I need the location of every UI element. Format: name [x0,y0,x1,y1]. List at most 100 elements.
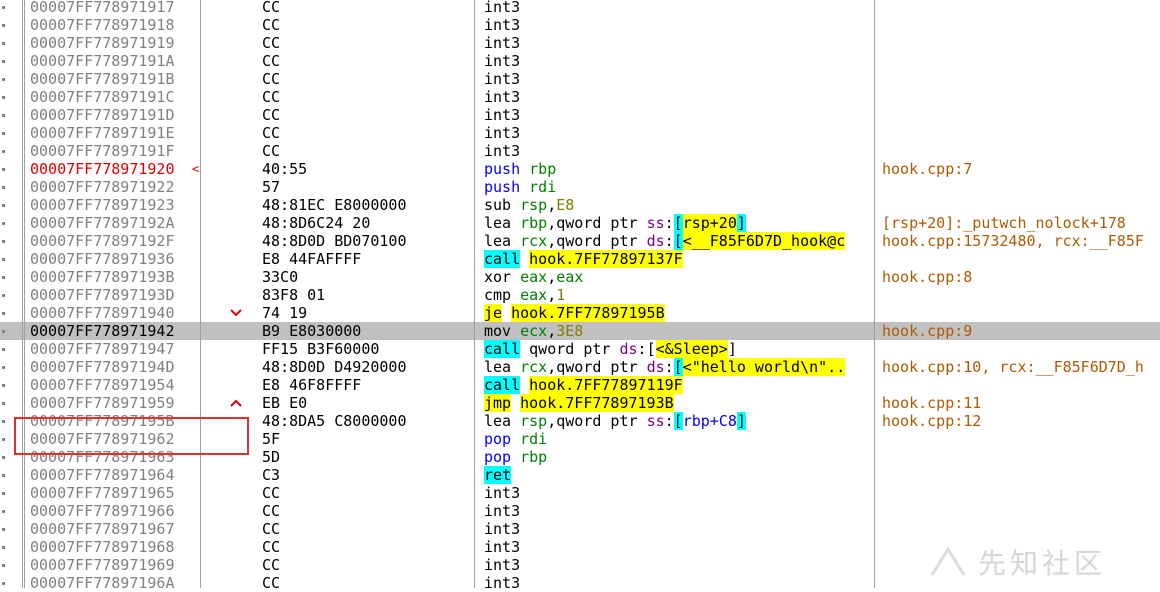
breakpoint-dot-icon[interactable] [2,6,5,9]
bytes-cell: CC [262,52,281,70]
breakpoint-dot-icon[interactable] [2,114,5,117]
instruction-cell: int3 [484,88,874,106]
breakpoint-dot-icon[interactable] [2,366,5,369]
instruction-token [520,340,529,358]
instruction-token: ecx [520,322,548,340]
instruction-token: push [484,178,521,196]
disasm-row[interactable]: 00007FF77897192F 48:8D0D BD070100 lea rcx,… [0,232,1160,250]
instruction-token: ds [646,358,665,376]
breakpoint-dot-icon[interactable] [2,204,5,207]
instruction-token: int3 [484,70,521,88]
instruction-token: ds [619,340,638,358]
address-cell: 00007FF778971942 [30,322,175,340]
breakpoint-dot-icon[interactable] [2,96,5,99]
instruction-token: int3 [484,556,521,574]
breakpoint-dot-icon[interactable] [2,276,5,279]
breakpoint-dot-icon[interactable] [2,402,5,405]
disasm-row[interactable]: 00007FF778971919 CC int3 [0,34,1160,52]
breakpoint-dot-icon[interactable] [2,456,5,459]
disasm-row[interactable]: 00007FF778971918 CC int3 [0,16,1160,34]
disasm-row[interactable]: 00007FF778971923 48:81EC E8000000 sub rsp,… [0,196,1160,214]
disasm-row[interactable]: 00007FF778971947 FF15 B3F60000 call qword … [0,340,1160,358]
disasm-row[interactable]: 00007FF778971936 E8 44FAFFFF call hook.7FF… [0,250,1160,268]
breakpoint-dot-icon[interactable] [2,132,5,135]
address-cell: 00007FF77897191E [30,124,175,142]
breakpoint-dot-icon[interactable] [2,438,5,441]
address-cell: 00007FF778971965 [30,484,175,502]
disasm-row[interactable]: 00007FF778971920 <40:55 push rbp hook.cpp:7 [0,160,1160,178]
instruction-cell: int3 [484,142,874,160]
breakpoint-dot-icon[interactable] [2,510,5,513]
breakpoint-dot-icon[interactable] [2,492,5,495]
bytes-cell: CC [262,556,281,574]
breakpoint-dot-icon[interactable] [2,546,5,549]
breakpoint-dot-icon[interactable] [2,186,5,189]
disasm-row[interactable]: 00007FF77897194D 48:8D0D D4920000 lea rcx,… [0,358,1160,376]
instruction-token: eax [520,268,548,286]
disasm-row[interactable]: 00007FF778971966 CC int3 [0,502,1160,520]
breakpoint-dot-icon[interactable] [2,222,5,225]
breakpoint-dot-icon[interactable] [2,42,5,45]
disasm-row[interactable]: 00007FF77897191C CC int3 [0,88,1160,106]
breakpoint-dot-icon[interactable] [2,528,5,531]
disasm-row[interactable]: 00007FF778971940 74 19 je hook.7FF77897195… [0,304,1160,322]
instruction-token: lea [484,358,512,376]
disasm-row[interactable]: 00007FF778971942 B9 E8030000 mov ecx,3E8 ho… [0,322,1160,340]
instruction-cell: sub rsp,E8 [484,196,874,214]
address-cell: 00007FF778971954 [30,376,175,394]
instruction-token: hook.7FF77897119F [529,376,683,394]
breakpoint-dot-icon[interactable] [2,348,5,351]
bytes-cell: E8 44FAFFFF [262,250,362,268]
disasm-row[interactable]: 00007FF778971967 CC int3 [0,520,1160,538]
instruction-token: 3E8 [556,322,584,340]
breakpoint-dot-icon[interactable] [2,60,5,63]
breakpoint-dot-icon[interactable] [2,150,5,153]
watermark-logo-icon [930,546,966,576]
disasm-row[interactable]: 00007FF77897191E CC int3 [0,124,1160,142]
breakpoint-dot-icon[interactable] [2,168,5,171]
address-cell: 00007FF778971922 [30,178,175,196]
disasm-row[interactable]: 00007FF77897193B 33C0 xor eax,eax hook.cpp:… [0,268,1160,286]
address-cell: 00007FF77897191A [30,52,175,70]
disasm-row[interactable]: 00007FF77897191A CC int3 [0,52,1160,70]
disasm-row[interactable]: 00007FF77897191B CC int3 [0,70,1160,88]
instruction-token: , [547,358,557,376]
instruction-token: int3 [484,574,521,592]
disasm-row[interactable]: 00007FF77897192A 48:8D6C24 20 lea rbp,qwor… [0,214,1160,232]
breakpoint-dot-icon[interactable] [2,24,5,27]
instruction-cell: lea rcx,qword ptr ds:[<__F85F6D7D_hook@c [484,232,874,250]
breakpoint-dot-icon[interactable] [2,240,5,243]
bytes-cell: 40:55 [262,160,308,178]
breakpoint-dot-icon[interactable] [2,420,5,423]
disasm-row[interactable]: 00007FF778971954 E8 46F8FFFF call hook.7FF… [0,376,1160,394]
breakpoint-dot-icon[interactable] [2,312,5,315]
breakpoint-dot-icon[interactable] [2,78,5,81]
instruction-token: call [484,376,521,394]
disasm-row[interactable]: 00007FF778971959 EB E0 jmp hook.7FF7789719… [0,394,1160,412]
address-cell: 00007FF77897194D [30,358,175,376]
instruction-token: qword ptr [556,214,638,232]
breakpoint-dot-icon[interactable] [2,582,5,585]
disasm-row[interactable]: 00007FF778971965 CC int3 [0,484,1160,502]
disasm-row[interactable]: 00007FF77897193D 83F8 01 cmp eax,1 [0,286,1160,304]
breakpoint-dot-icon[interactable] [2,330,5,333]
instruction-cell: int3 [484,0,874,16]
instruction-token [511,412,520,430]
breakpoint-dot-icon[interactable] [2,474,5,477]
address-cell: 00007FF77897191D [30,106,175,124]
breakpoint-dot-icon[interactable] [2,564,5,567]
instruction-token: , [547,286,557,304]
disassembly-view[interactable]: 00007FF778971917 CC int3 00007FF778971918 CC… [0,0,1160,592]
disasm-row[interactable]: 00007FF778971922 57 push rdi [0,178,1160,196]
disasm-row[interactable]: 00007FF778971917 CC int3 [0,0,1160,16]
instruction-token: rcx [520,232,548,250]
breakpoint-dot-icon[interactable] [2,384,5,387]
instruction-token [511,286,520,304]
breakpoint-dot-icon[interactable] [2,294,5,297]
disasm-row[interactable]: 00007FF77897191F CC int3 [0,142,1160,160]
instruction-token: : [637,340,647,358]
breakpoint-dot-icon[interactable] [2,258,5,261]
disasm-row[interactable]: 00007FF778971964 C3 ret [0,466,1160,484]
disasm-row[interactable]: 00007FF77897191D CC int3 [0,106,1160,124]
address-cell: 00007FF778971959 [30,394,175,412]
